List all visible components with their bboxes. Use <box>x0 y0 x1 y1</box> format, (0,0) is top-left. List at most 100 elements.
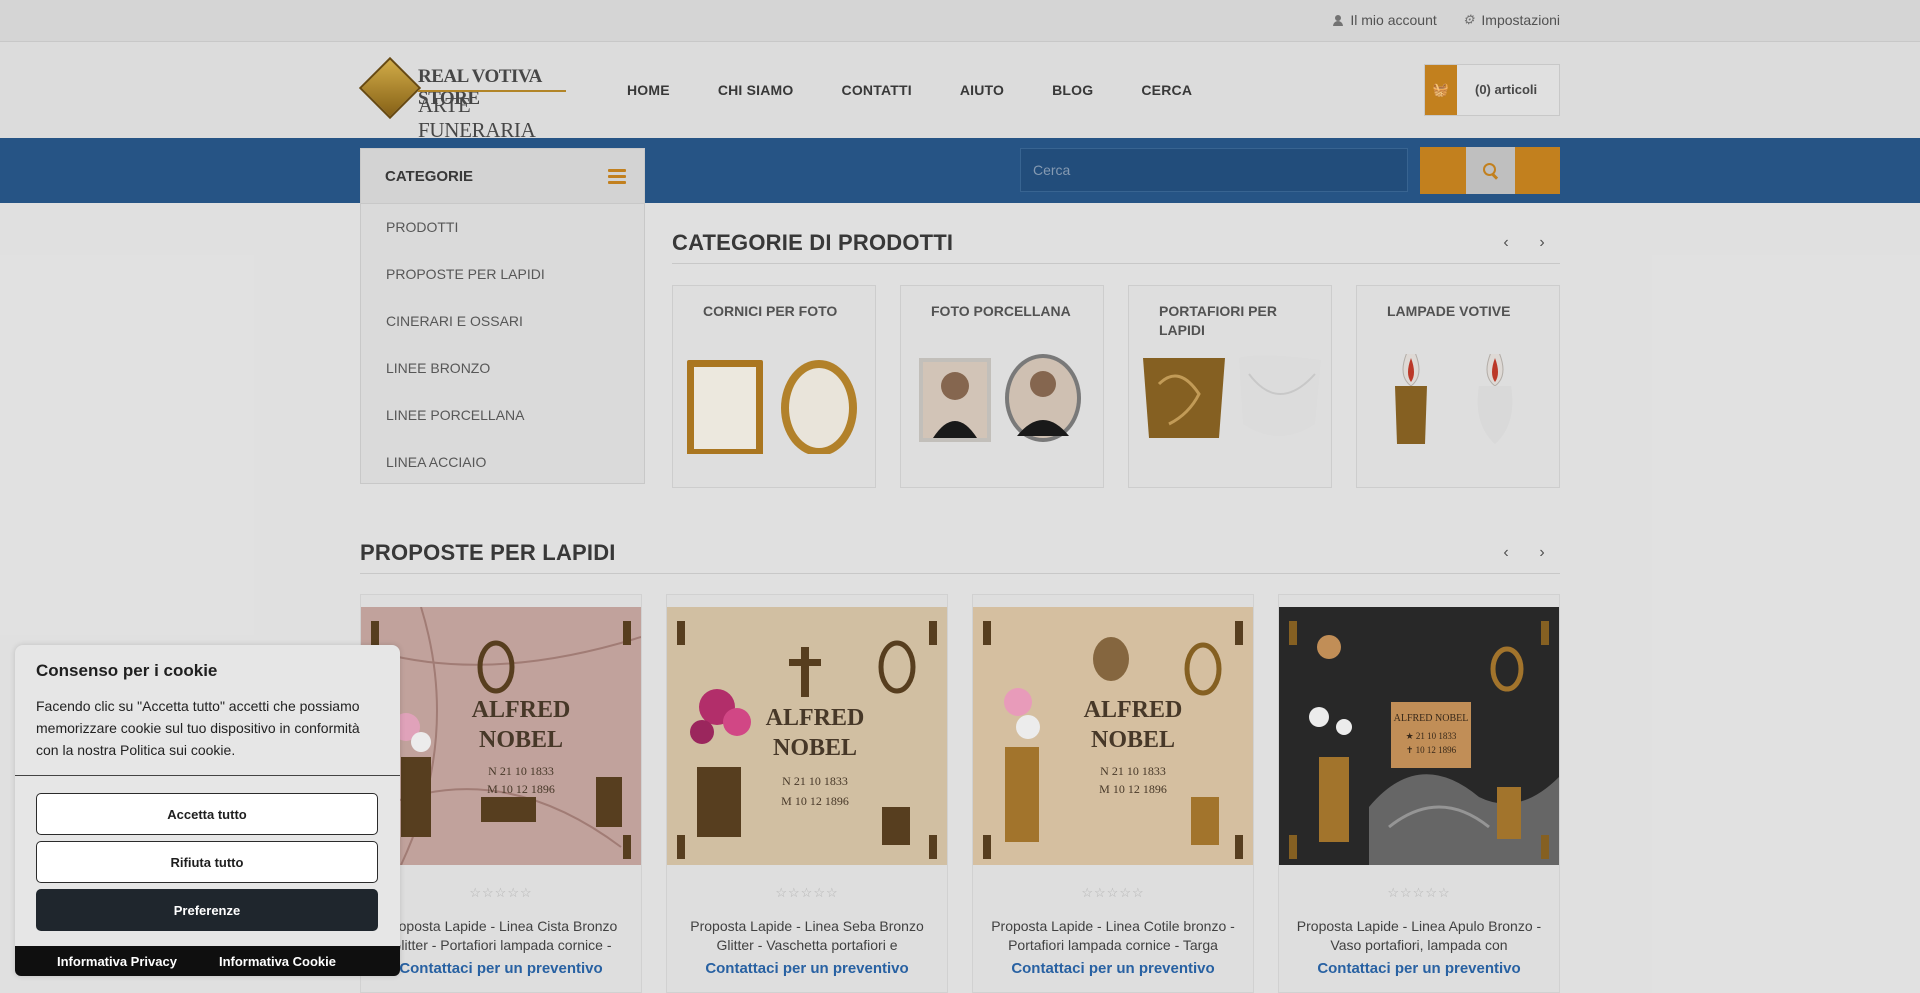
plaque-small-name: ALFRED NOBEL <box>1394 713 1469 724</box>
logo-diamond-icon <box>358 56 422 120</box>
nav-blog[interactable]: BLOG <box>1052 82 1093 98</box>
top-bar: Il mio account ⚙ Impostazioni <box>0 0 1920 42</box>
plaque-name-1: ALFRED <box>472 697 571 723</box>
preferences-button[interactable]: Preferenze <box>36 889 378 931</box>
privacy-policy-link[interactable]: Informativa Privacy <box>57 954 177 969</box>
quote-link[interactable]: Contattaci per un preventivo <box>361 960 641 977</box>
plaque-born: N 21 10 1833 <box>488 764 554 778</box>
nav-chi-siamo[interactable]: CHI SIAMO <box>718 82 794 98</box>
reject-all-button[interactable]: Rifiuta tutto <box>36 841 378 883</box>
rating-stars: ☆☆☆☆☆ <box>1081 885 1145 900</box>
nav-home[interactable]: HOME <box>627 82 670 98</box>
plaque-died: M 10 12 1896 <box>1099 782 1167 796</box>
sidebar-item-proposte-per-lapidi[interactable]: PROPOSTE PER LAPIDI <box>361 251 644 298</box>
product-card[interactable]: ALFRED NOBEL N 21 10 1833 M 10 12 1896 ☆… <box>666 594 948 993</box>
product-name[interactable]: Proposta Lapide - Linea Seba Bronzo Glit… <box>681 917 933 957</box>
cart-button[interactable]: 🧺 (0) articoli <box>1424 64 1560 116</box>
accept-all-button[interactable]: Accetta tutto <box>36 793 378 835</box>
porcelain-photo-image <box>919 354 1081 442</box>
frames-image <box>687 360 857 454</box>
plaque-name-1: ALFRED <box>766 705 865 731</box>
quote-link[interactable]: Contattaci per un preventivo <box>973 960 1253 977</box>
product-card[interactable]: ALFRED NOBEL N 21 10 1833 M 10 12 1896 ☆… <box>972 594 1254 993</box>
nav-contatti[interactable]: CONTATTI <box>842 82 912 98</box>
search-icon <box>1482 162 1499 179</box>
logo-divider <box>418 90 566 92</box>
section-divider <box>672 263 1560 264</box>
menu-icon[interactable] <box>608 169 626 185</box>
categories-title: CATEGORIE <box>385 168 474 185</box>
cookie-divider <box>15 775 400 776</box>
cookie-consent-panel: Consenso per i cookie Facendo clic su "A… <box>15 645 400 976</box>
plaque-born: N 21 10 1833 <box>782 774 848 788</box>
plaque-small-born: ★ 21 10 1833 <box>1406 731 1457 741</box>
account-label: Il mio account <box>1350 12 1437 28</box>
nav-cerca[interactable]: CERCA <box>1141 82 1192 98</box>
sidebar-item-prodotti[interactable]: PRODOTTI <box>361 204 644 251</box>
product-card[interactable]: ALFRED NOBEL ★ 21 10 1833 ✝ 10 12 1896 ☆… <box>1278 594 1560 993</box>
header: REAL VOTIVA STORE ARTE FUNERARIA HOME CH… <box>0 42 1920 142</box>
rating-stars: ☆☆☆☆☆ <box>469 885 533 900</box>
quote-link[interactable]: Contattaci per un preventivo <box>667 960 947 977</box>
sidebar-item-cinerari-e-ossari[interactable]: CINERARI E OSSARI <box>361 298 644 345</box>
category-card-label: FOTO PORCELLANA <box>931 303 1071 319</box>
user-icon <box>1333 14 1344 26</box>
chevron-right-icon[interactable]: › <box>1536 234 1548 252</box>
category-card-label: PORTAFIORI PER LAPIDI <box>1159 303 1277 338</box>
chevron-left-icon[interactable]: ‹ <box>1500 544 1512 562</box>
category-card-cornici[interactable]: CORNICI PER FOTO <box>672 285 876 488</box>
product-image: ALFRED NOBEL N 21 10 1833 M 10 12 1896 <box>667 607 947 865</box>
settings-link[interactable]: ⚙ Impostazioni <box>1463 12 1560 28</box>
top-links: Il mio account ⚙ Impostazioni <box>1333 12 1560 28</box>
section-divider <box>360 573 1560 574</box>
rating-stars: ☆☆☆☆☆ <box>775 885 839 900</box>
categories-sidebar: CATEGORIE PRODOTTI PROPOSTE PER LAPIDI C… <box>360 148 645 484</box>
plaque-name-1: ALFRED <box>1084 697 1183 723</box>
cookie-policy-link[interactable]: Informativa Cookie <box>219 954 336 969</box>
category-list: PRODOTTI PROPOSTE PER LAPIDI CINERARI E … <box>361 204 644 486</box>
product-name[interactable]: Proposta Lapide - Linea Cista Bronzo Gli… <box>375 917 627 957</box>
search-input[interactable]: Cerca <box>1020 148 1408 192</box>
cart-count: (0) articoli <box>1475 82 1538 97</box>
chevron-left-icon[interactable]: ‹ <box>1500 234 1512 252</box>
category-card-label: CORNICI PER FOTO <box>703 303 838 319</box>
search-band <box>0 138 1920 203</box>
cookie-footer: Informativa Privacy Informativa Cookie <box>15 946 400 976</box>
product-image: ALFRED NOBEL N 21 10 1833 M 10 12 1896 <box>361 607 641 865</box>
plaque-small-died: ✝ 10 12 1896 <box>1406 745 1457 755</box>
settings-label: Impostazioni <box>1481 12 1560 28</box>
categories-header[interactable]: CATEGORIE <box>361 149 644 204</box>
product-name[interactable]: Proposta Lapide - Linea Apulo Bronzo - V… <box>1293 917 1545 957</box>
store-logo[interactable]: REAL VOTIVA STORE ARTE FUNERARIA <box>358 56 572 142</box>
sidebar-item-linea-acciaio[interactable]: LINEA ACCIAIO <box>361 439 644 486</box>
cookie-body: Facendo clic su "Accetta tutto" accetti … <box>36 698 360 758</box>
main-nav: HOME CHI SIAMO CONTATTI AIUTO BLOG CERCA <box>627 82 1240 98</box>
logo-line-2: ARTE FUNERARIA <box>418 93 536 142</box>
chevron-right-icon[interactable]: › <box>1536 544 1548 562</box>
plaque-died: M 10 12 1896 <box>487 782 555 796</box>
category-card-portafiori[interactable]: PORTAFIORI PER LAPIDI <box>1128 285 1332 488</box>
categories-section-title: CATEGORIE DI PRODOTTI <box>672 230 954 255</box>
product-image: ALFRED NOBEL ★ 21 10 1833 ✝ 10 12 1896 <box>1279 607 1559 865</box>
search-button-center <box>1466 147 1515 194</box>
category-card-label: LAMPADE VOTIVE <box>1387 303 1511 319</box>
basket-icon: 🧺 <box>1425 65 1457 115</box>
plaque-name-2: NOBEL <box>479 727 563 753</box>
sidebar-item-linee-bronzo[interactable]: LINEE BRONZO <box>361 345 644 392</box>
cookie-title: Consenso per i cookie <box>36 661 218 680</box>
product-card[interactable]: ALFRED NOBEL N 21 10 1833 M 10 12 1896 ☆… <box>360 594 642 993</box>
nav-aiuto[interactable]: AIUTO <box>960 82 1004 98</box>
plaque-name-2: NOBEL <box>773 735 857 761</box>
search-button[interactable] <box>1420 147 1560 194</box>
sidebar-item-linee-porcellana[interactable]: LINEE PORCELLANA <box>361 392 644 439</box>
flower-holders-image <box>1143 355 1321 438</box>
plaque-died: M 10 12 1896 <box>781 794 849 808</box>
category-card-foto-porcellana[interactable]: FOTO PORCELLANA <box>900 285 1104 488</box>
gear-icon: ⚙ <box>1462 12 1475 27</box>
account-link[interactable]: Il mio account <box>1333 12 1437 28</box>
product-name[interactable]: Proposta Lapide - Linea Cotile bronzo - … <box>987 917 1239 957</box>
plaque-name-2: NOBEL <box>1091 727 1175 753</box>
category-card-lampade[interactable]: LAMPADE VOTIVE <box>1356 285 1560 488</box>
quote-link[interactable]: Contattaci per un preventivo <box>1279 960 1559 977</box>
categories-carousel-arrows: ‹ › <box>1500 234 1548 252</box>
